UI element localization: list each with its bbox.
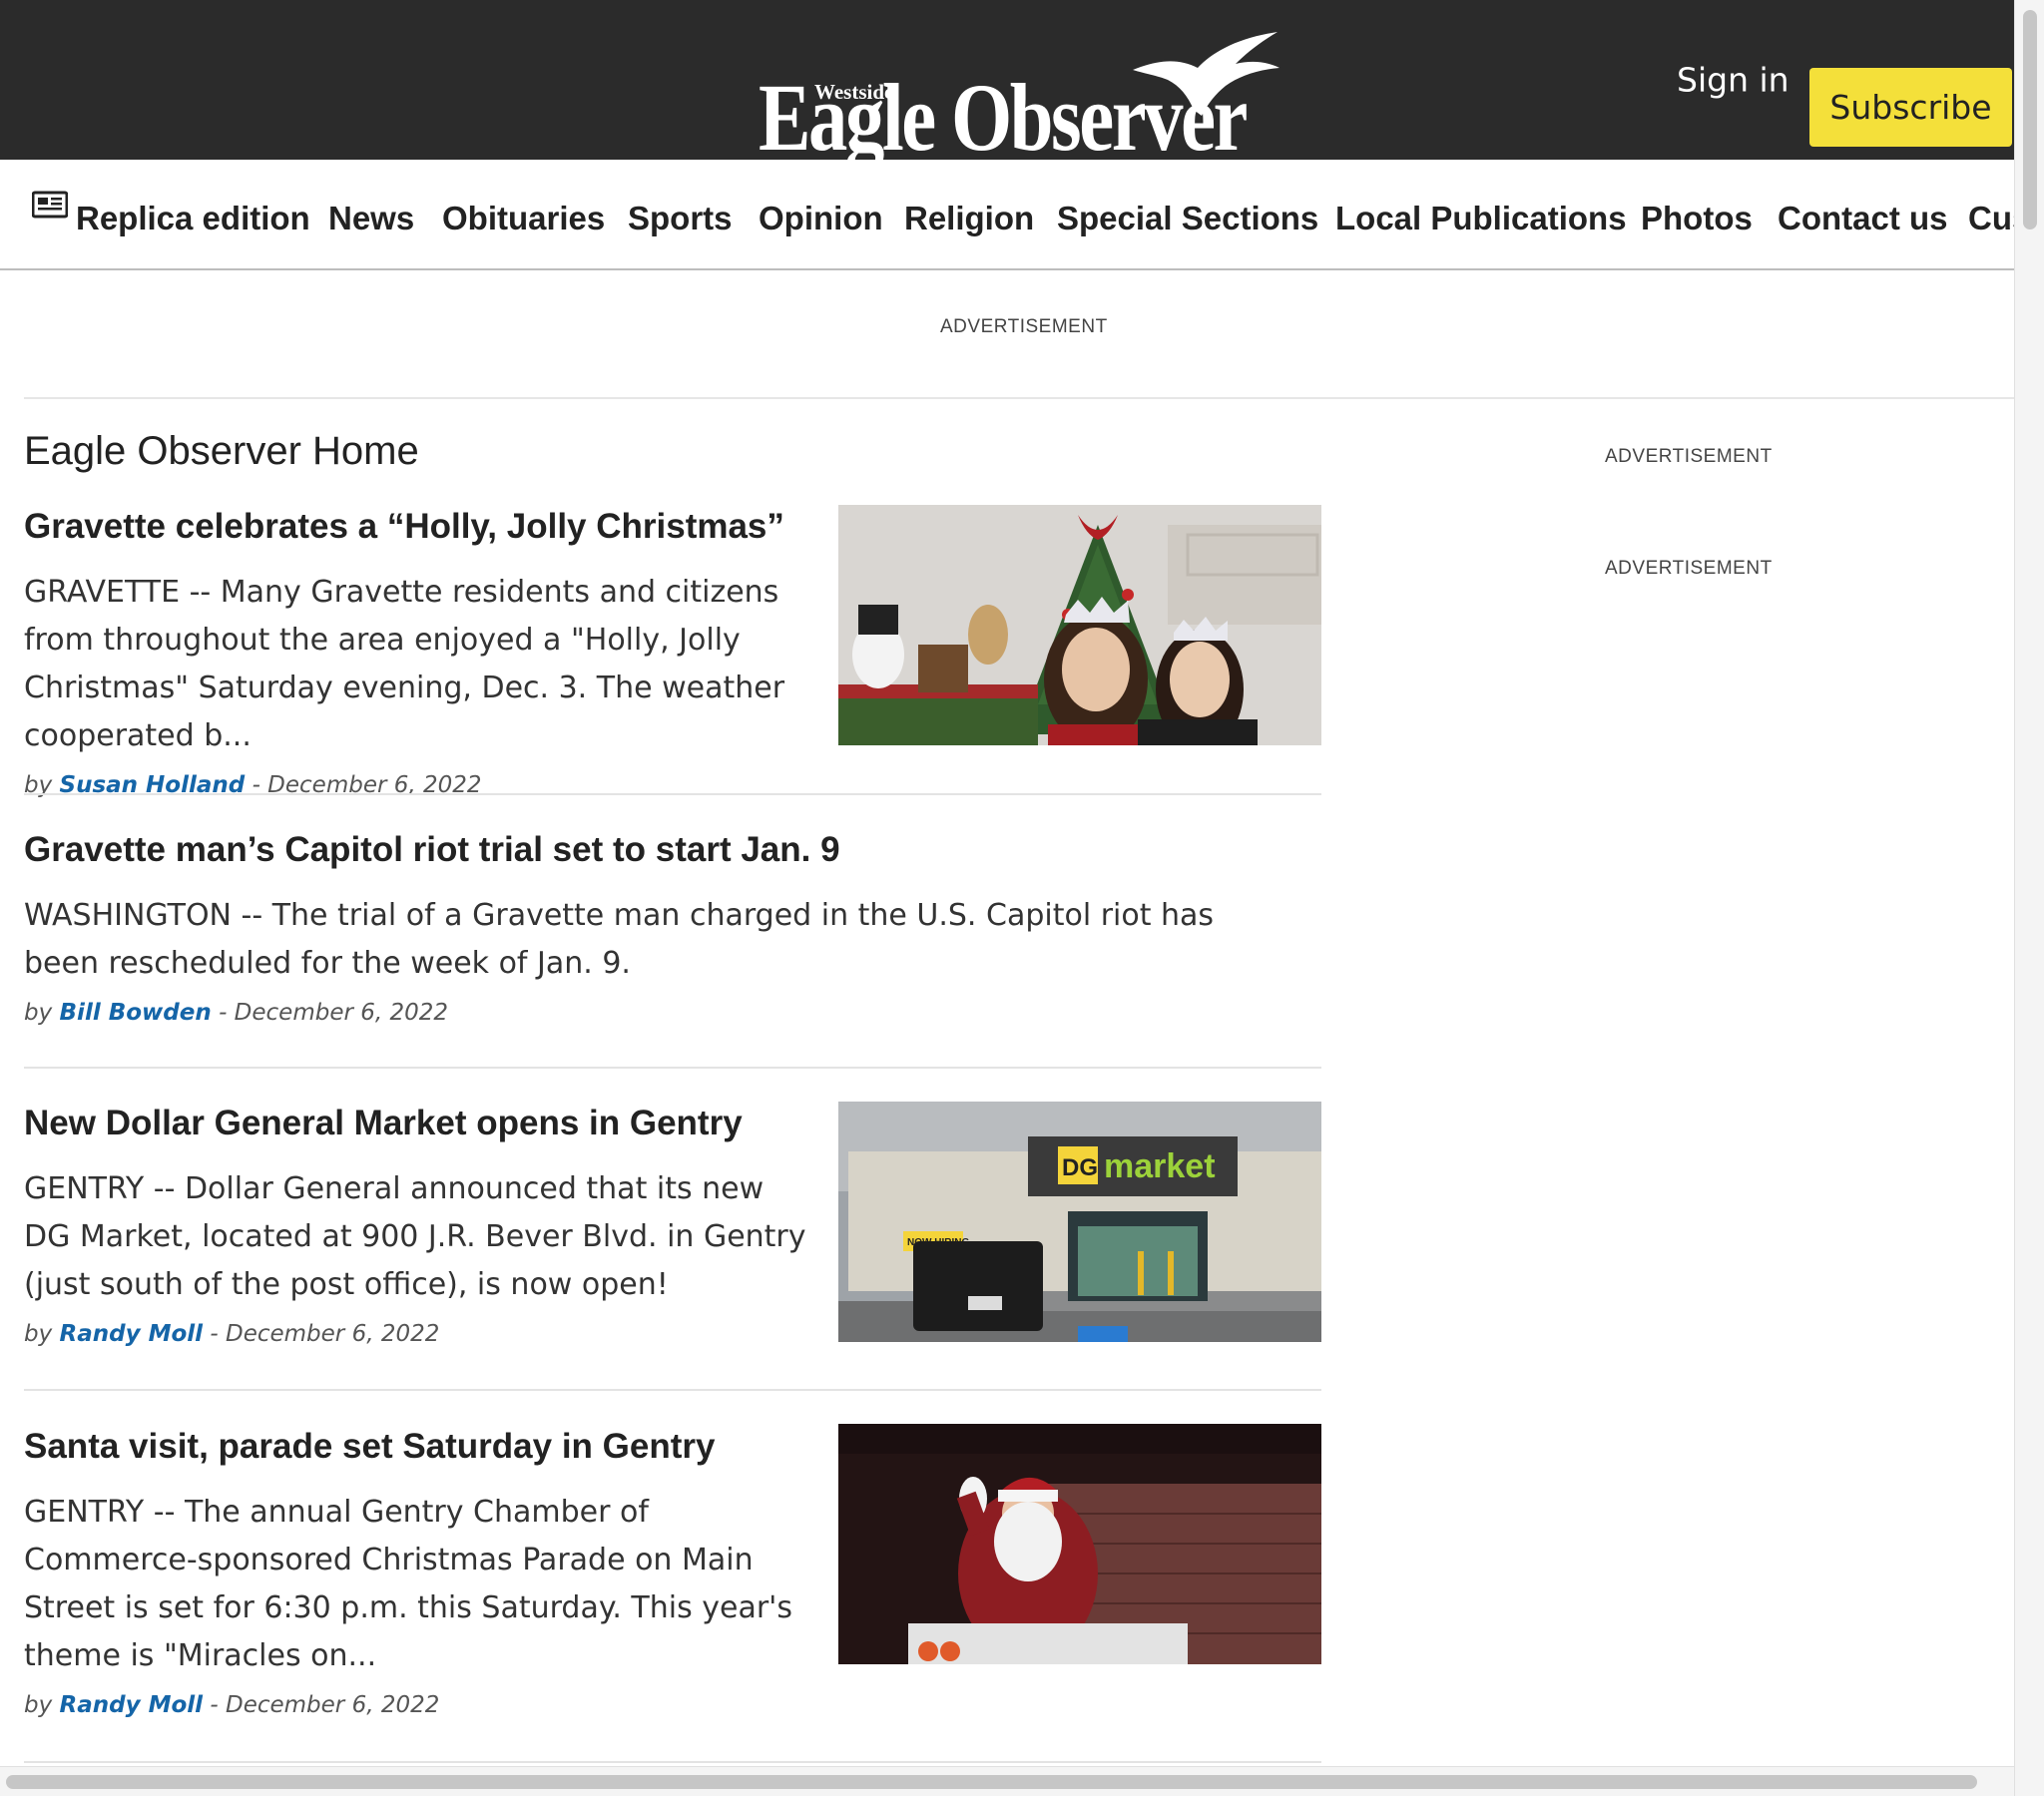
market-sign-text: market (1104, 1147, 1216, 1185)
horizontal-scroll-thumb[interactable] (6, 1775, 1977, 1789)
article-card: Gravette man’s Capitol riot trial set to… (24, 830, 1321, 1026)
newspaper-icon (32, 191, 68, 219)
christmas-tree-photo[interactable] (838, 505, 1321, 745)
article-summary: WASHINGTON -- The trial of a Gravette ma… (24, 898, 1215, 981)
article-summary: GENTRY -- Dollar General announced that … (24, 1171, 806, 1302)
sign-in-link[interactable]: Sign in (1677, 61, 1789, 100)
nav-sports[interactable]: Sports (628, 200, 733, 237)
article-date: - December 6, 2022 (210, 1321, 440, 1347)
nav-local-publications[interactable]: Local Publications (1335, 200, 1627, 237)
vertical-scroll-thumb[interactable] (2023, 10, 2037, 229)
byline-by: by (24, 1692, 53, 1718)
santa-parade-photo[interactable] (838, 1424, 1321, 1664)
author-link[interactable]: Randy Moll (60, 1321, 204, 1347)
article-card: New Dollar General Market opens in Gentr… (24, 1102, 1321, 1347)
logo-subtitle: Westside (814, 80, 894, 104)
byline-by: by (24, 1321, 53, 1347)
article-byline: by Randy Moll - December 6, 2022 (24, 1321, 812, 1347)
sidebar-ad-label-1: ADVERTISEMENT (1605, 446, 1773, 467)
subscribe-button[interactable]: Subscribe (1809, 68, 2012, 147)
article-byline: by Randy Moll - December 6, 2022 (24, 1692, 812, 1718)
page-title: Eagle Observer Home (24, 429, 419, 473)
article-card: Santa visit, parade set Saturday in Gent… (24, 1424, 1321, 1718)
article-divider (24, 793, 1321, 795)
nav-more-truncated[interactable]: Cus (1968, 200, 2014, 237)
nav-special-sections[interactable]: Special Sections (1057, 200, 1318, 237)
nav-opinion[interactable]: Opinion (759, 200, 883, 237)
dg-market-photo[interactable]: DG market NOW HIRING (838, 1102, 1321, 1342)
author-link[interactable]: Bill Bowden (60, 1000, 212, 1026)
top-ad-label: ADVERTISEMENT (940, 316, 1108, 337)
article-byline: by Bill Bowden - December 6, 2022 (24, 1000, 1272, 1026)
article-divider (24, 1389, 1321, 1391)
sidebar-ad-label-2: ADVERTISEMENT (1605, 558, 1773, 579)
article-divider (24, 1761, 1321, 1763)
nav-religion[interactable]: Religion (904, 200, 1034, 237)
article-date: - December 6, 2022 (219, 1000, 449, 1026)
article-summary: GRAVETTE -- Many Gravette residents and … (24, 575, 785, 753)
nav-obituaries[interactable]: Obituaries (442, 200, 605, 237)
article-summary: GENTRY -- The annual Gentry Chamber of C… (24, 1495, 793, 1673)
nav-news[interactable]: News (328, 200, 414, 237)
site-logo[interactable]: Eagle Observer Westside (759, 30, 1297, 166)
nav-replica-edition[interactable]: Replica edition (76, 200, 310, 237)
author-link[interactable]: Randy Moll (60, 1692, 204, 1718)
eagle-icon (1133, 32, 1279, 116)
site-header: Eagle Observer Westside Sign in Subscrib… (0, 0, 2014, 166)
article-divider (24, 1067, 1321, 1069)
nav-photos[interactable]: Photos (1641, 200, 1753, 237)
main-nav: Replica edition News Obituaries Sports O… (0, 160, 2014, 270)
dg-logo-text: DG (1062, 1154, 1098, 1181)
article-card: Gravette celebrates a “Holly, Jolly Chri… (24, 505, 1321, 798)
vertical-scrollbar[interactable] (2014, 0, 2044, 1796)
byline-by: by (24, 1000, 53, 1026)
horizontal-scrollbar[interactable] (0, 1766, 2014, 1796)
ad-divider (24, 397, 2014, 399)
nav-contact-us[interactable]: Contact us (1778, 200, 1948, 237)
article-headline[interactable]: Gravette man’s Capitol riot trial set to… (24, 830, 1321, 870)
article-date: - December 6, 2022 (210, 1692, 440, 1718)
